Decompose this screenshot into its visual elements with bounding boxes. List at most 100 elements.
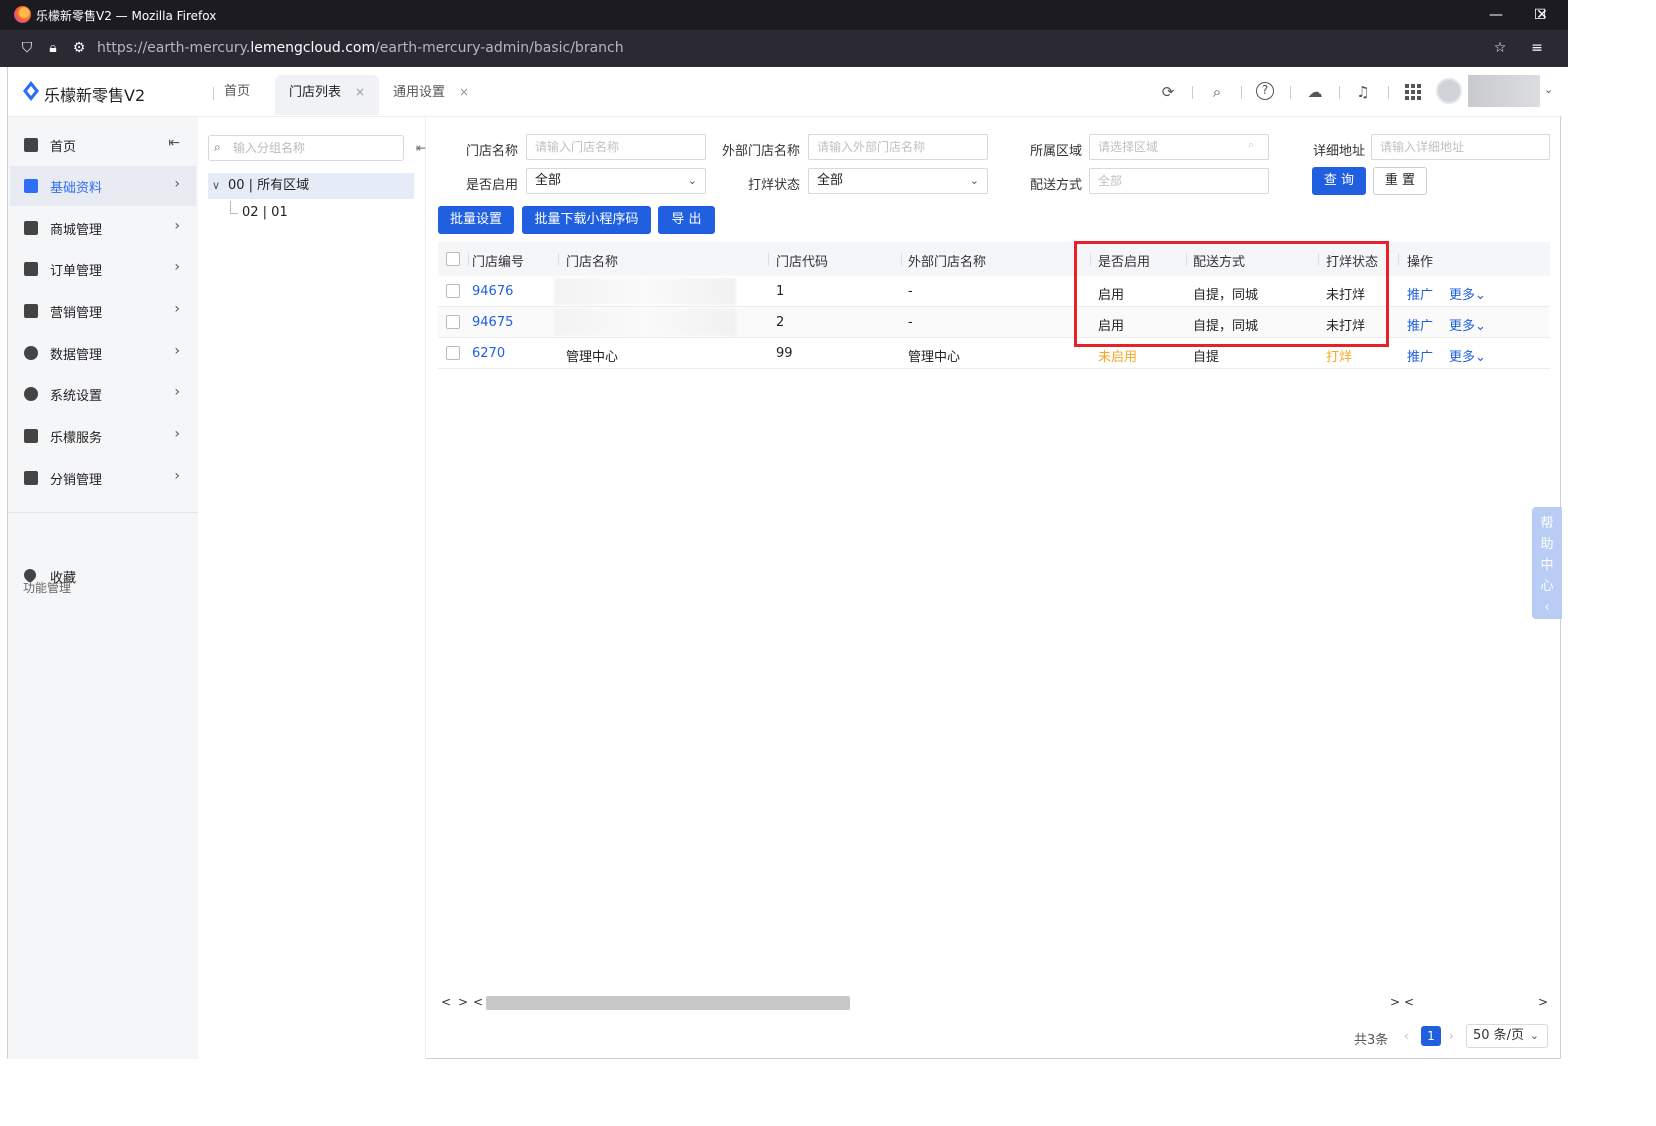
query-button[interactable]: 查 询 (1312, 167, 1366, 195)
sidebar-item-label: 基础资料 (50, 181, 103, 196)
address-field[interactable]: https://earth-mercury.lemengcloud.com/ea… (97, 40, 624, 56)
collapse-sidebar-icon[interactable]: ⇤ (168, 135, 180, 151)
scrollbar-thumb[interactable] (486, 996, 850, 1010)
chevron-right-icon: › (174, 468, 180, 484)
close-window-button[interactable]: ✕ (1520, 0, 1564, 30)
sidebar-item-distribution[interactable]: 分销管理 › (10, 458, 196, 498)
sidebar-item-favorites[interactable]: 收藏 (10, 556, 196, 596)
cloud-download-icon[interactable]: ☁ (1305, 82, 1325, 102)
scroll-left-icon[interactable]: < (441, 995, 451, 1009)
menu-hamburger-icon[interactable]: ≡ (1528, 39, 1546, 57)
sidebar-item-lemeng-service[interactable]: 乐檬服务 › (10, 416, 196, 456)
avatar[interactable] (1436, 78, 1462, 104)
delivery-select[interactable]: 全部 (1089, 168, 1269, 194)
promote-link[interactable]: 推广 (1407, 346, 1433, 365)
enabled-status: 未启用 (1098, 350, 1138, 365)
store-id-link[interactable]: 94675 (472, 315, 513, 330)
sidebar-item-label: 系统设置 (50, 389, 103, 404)
tree-node-label: 00 | 所有区域 (228, 178, 310, 193)
close-icon[interactable]: × (355, 85, 365, 99)
chevron-down-icon[interactable]: ∨ (212, 173, 220, 199)
shield-icon[interactable]: ⛉ (18, 39, 36, 57)
tree-node-all-regions[interactable]: ∨ 00 | 所有区域 (208, 173, 414, 199)
chevron-down-icon: ⌄ (969, 174, 979, 187)
print-status-select[interactable]: 全部 ⌄ (808, 168, 988, 194)
chevron-down-icon[interactable]: ⌄ (1544, 83, 1553, 96)
sidebar-item-mall[interactable]: 商城管理 › (10, 208, 196, 248)
sidebar-item-basic-data[interactable]: 基础资料 › (10, 166, 196, 206)
reset-button[interactable]: 重 置 (1373, 167, 1427, 195)
column-header[interactable]: 门店代码 (776, 251, 828, 270)
brand-logo-icon (23, 81, 39, 101)
select-all-checkbox[interactable] (446, 252, 460, 266)
scroll-right-icon[interactable]: > (1538, 995, 1548, 1009)
tree-search-input[interactable]: 输入分组名称 (208, 135, 404, 161)
sidebar-item-label: 分销管理 (50, 473, 103, 488)
scroll-left-icon[interactable]: < (473, 995, 483, 1009)
address-input[interactable]: 请输入详细地址 (1371, 134, 1550, 160)
scroll-left-icon[interactable]: < (1404, 995, 1414, 1009)
sidebar-item-system-settings[interactable]: 系统设置 › (10, 374, 196, 414)
collapse-tree-icon[interactable]: ⇤ (416, 141, 426, 155)
tree-node-02[interactable]: 02 | 01 (242, 200, 288, 226)
bookmark-star-icon[interactable]: ☆ (1491, 39, 1509, 57)
close-icon[interactable]: × (459, 85, 469, 99)
external-name-input[interactable]: 请输入外部门店名称 (808, 134, 988, 160)
more-dropdown[interactable]: 更多⌄ (1449, 315, 1486, 334)
closing-status: 打烊 (1326, 350, 1353, 365)
row-checkbox[interactable] (446, 315, 460, 329)
pager-next-icon[interactable]: › (1449, 1029, 1454, 1043)
tab-home[interactable]: 首页 (210, 75, 264, 115)
help-center-dock[interactable]: 帮 助 中 心 ‹ (1532, 507, 1562, 619)
user-name-redacted[interactable] (1468, 75, 1540, 107)
column-header[interactable]: 门店名称 (566, 251, 618, 270)
tab-store-list[interactable]: 门店列表 × (275, 75, 380, 115)
lock-icon[interactable]: 🔒︎ (44, 39, 62, 57)
grid-apps-icon[interactable] (1405, 84, 1421, 100)
export-button[interactable]: 导 出 (658, 206, 715, 234)
tab-general-settings[interactable]: 通用设置 × (379, 75, 483, 115)
sidebar-item-home[interactable]: 首页 ⇤ (10, 125, 196, 165)
batch-settings-button[interactable]: 批量设置 (438, 206, 514, 234)
column-header[interactable]: 操作 (1407, 251, 1433, 270)
column-header[interactable]: 门店编号 (472, 251, 524, 270)
column-header[interactable]: 外部门店名称 (908, 251, 986, 270)
chevron-down-icon: ⌄ (1475, 288, 1486, 303)
more-dropdown[interactable]: 更多⌄ (1449, 284, 1486, 303)
refresh-icon[interactable]: ⟳ (1158, 82, 1178, 102)
enabled-select[interactable]: 全部 ⌄ (526, 168, 706, 194)
help-dock-char: 心 (1540, 579, 1554, 594)
store-name: 管理中心 (566, 350, 619, 365)
store-name-input[interactable]: 请输入门店名称 (526, 134, 706, 160)
scroll-right-icon[interactable]: > (458, 995, 468, 1009)
pager-page-button[interactable]: 1 (1421, 1026, 1441, 1046)
heart-icon (21, 566, 39, 584)
url-domain: lemengcloud.com (250, 40, 376, 56)
sidebar-item-marketing[interactable]: 营销管理 › (10, 291, 196, 331)
page-size-select[interactable]: 50 条/页 ⌄ (1466, 1024, 1548, 1048)
scroll-right-icon[interactable]: > (1390, 995, 1400, 1009)
promote-link[interactable]: 推广 (1407, 315, 1433, 334)
store-id-link[interactable]: 6270 (472, 346, 505, 361)
batch-download-qr-button[interactable]: 批量下载小程序码 (522, 206, 651, 234)
help-dock-char: 中 (1540, 558, 1554, 573)
promote-link[interactable]: 推广 (1407, 284, 1433, 303)
pager-total: 共3条 (1354, 1033, 1389, 1048)
store-id-link[interactable]: 94676 (472, 284, 513, 299)
more-dropdown[interactable]: 更多⌄ (1449, 346, 1486, 365)
horizontal-scrollbar[interactable]: < > < > < > (438, 995, 1550, 1011)
tab-label: 首页 (224, 84, 251, 99)
bell-icon[interactable]: ♫ (1353, 82, 1373, 102)
help-icon[interactable]: ? (1256, 82, 1274, 100)
sidebar-item-orders[interactable]: 订单管理 › (10, 249, 196, 289)
search-icon[interactable]: ⌕ (1207, 82, 1227, 102)
region-select[interactable]: 请选择区域 (1089, 134, 1269, 160)
sidebar-item-data[interactable]: 数据管理 › (10, 333, 196, 373)
sidebar-item-label: 商城管理 (50, 223, 103, 238)
sidebar-item-label: 收藏 (50, 571, 77, 586)
row-checkbox[interactable] (446, 284, 460, 298)
filter-label-external-name: 外部门店名称 (721, 144, 800, 159)
permissions-icon[interactable]: ⚙ (70, 39, 88, 57)
row-checkbox[interactable] (446, 346, 460, 360)
pager-prev-icon[interactable]: ‹ (1404, 1029, 1409, 1043)
